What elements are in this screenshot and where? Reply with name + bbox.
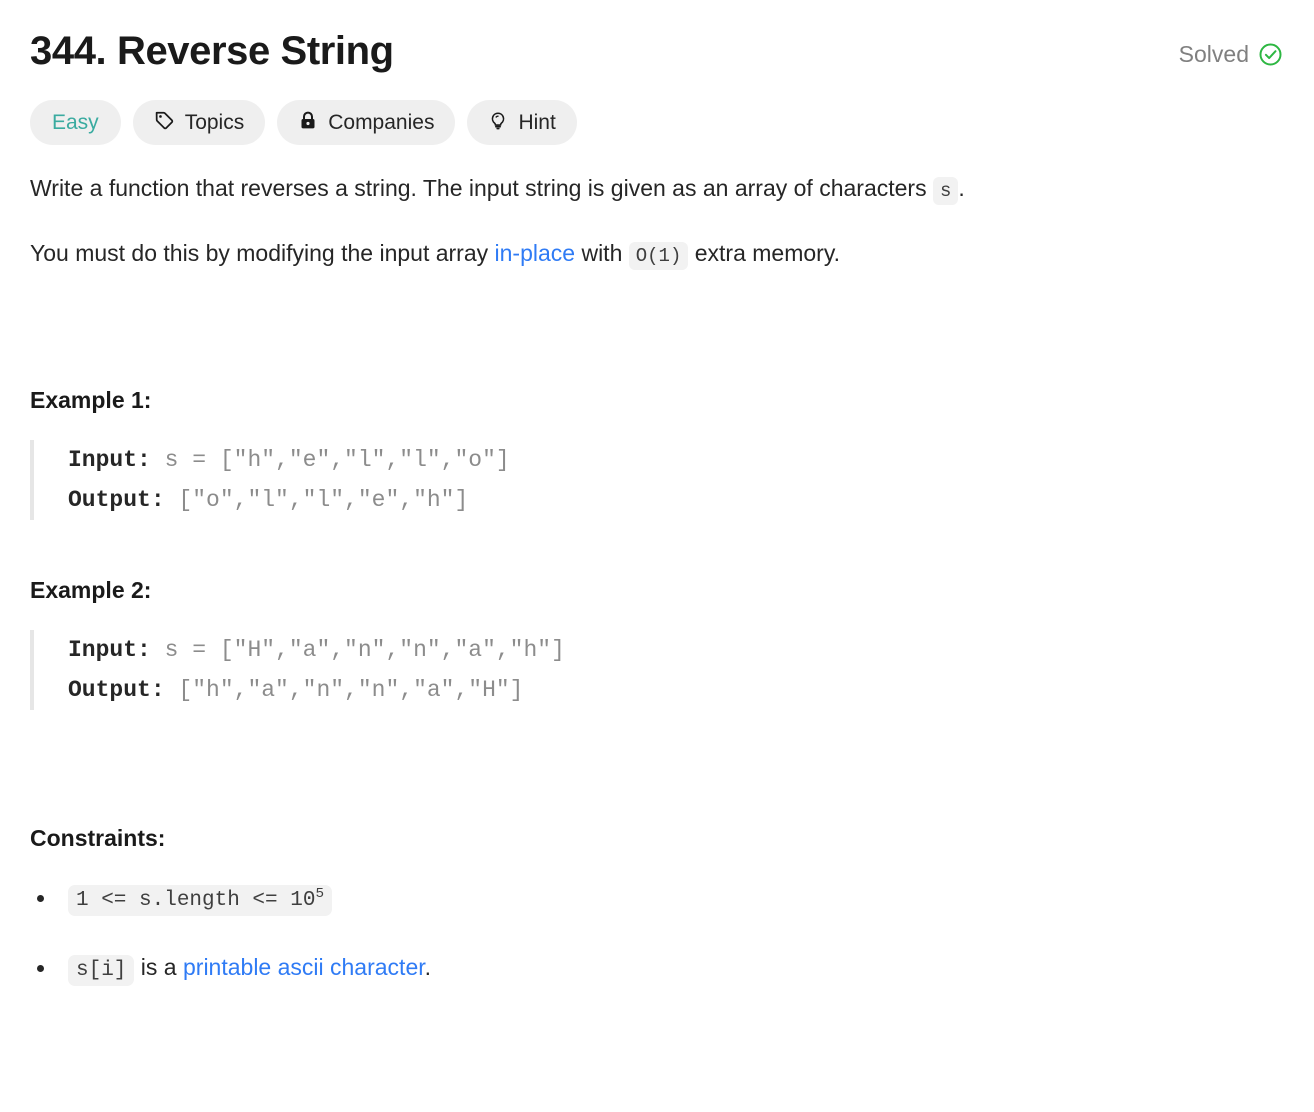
input-value: s = ["H","a","n","n","a","h"]	[150, 637, 565, 664]
output-value: ["h","a","n","n","a","H"]	[164, 677, 524, 704]
problem-header: 344. Reverse String Solved	[30, 26, 1284, 74]
constraints-list: 1 <= s.length <= 105 s[i] is a printable…	[30, 880, 1284, 986]
problem-tag-row: Easy Topics Companies Hint	[30, 100, 1284, 145]
example-1-block: Input: s = ["h","e","l","l","o"] Output:…	[30, 440, 1284, 521]
description-paragraph-1: Write a function that reverses a string.…	[30, 171, 1284, 207]
bulb-icon	[488, 110, 508, 136]
topics-pill[interactable]: Topics	[132, 100, 266, 145]
input-value: s = ["h","e","l","l","o"]	[150, 447, 510, 474]
input-label: Input:	[68, 447, 151, 474]
input-label: Input:	[68, 637, 151, 664]
constraint-code-exponent: 5	[315, 886, 325, 903]
printable-ascii-link[interactable]: printable ascii character	[183, 954, 425, 980]
description-paragraph-2: You must do this by modifying the input …	[30, 236, 1284, 272]
example-2-heading: Example 2:	[30, 577, 152, 604]
companies-pill[interactable]: Companies	[277, 100, 456, 145]
companies-label: Companies	[328, 111, 435, 134]
output-value: ["o","l","l","e","h"]	[164, 487, 469, 514]
example-2-block: Input: s = ["H","a","n","n","a","h"] Out…	[30, 630, 1284, 711]
description-text-tail: extra memory.	[688, 239, 841, 266]
output-label: Output:	[68, 677, 165, 704]
in-place-link[interactable]: in-place	[495, 240, 576, 266]
constraint-code-length: 1 <= s.length <= 105	[68, 885, 333, 917]
description-text: Write a function that reverses a string.…	[30, 175, 933, 201]
list-item: 1 <= s.length <= 105	[30, 880, 1284, 917]
difficulty-pill[interactable]: Easy	[30, 100, 121, 145]
hint-pill[interactable]: Hint	[467, 100, 577, 145]
example-1-output-line: Output: ["o","l","l","e","h"]	[68, 480, 1284, 520]
example-2-input-line: Input: s = ["H","a","n","n","a","h"]	[68, 630, 1284, 670]
topics-label: Topics	[184, 111, 245, 134]
tag-icon	[154, 110, 175, 135]
page-title: 344. Reverse String	[30, 29, 394, 73]
difficulty-label: Easy	[52, 111, 99, 134]
description-text-tail: .	[958, 175, 965, 201]
constraint-text-before: is a	[134, 953, 183, 980]
constraint-text-after: .	[424, 953, 432, 980]
status-badge: Solved	[1179, 26, 1284, 67]
example-1-input-line: Input: s = ["h","e","l","l","o"]	[68, 440, 1284, 480]
list-item: s[i] is a printable ascii character.	[30, 950, 1284, 987]
description-text-mid: with	[575, 239, 629, 266]
check-circle-icon	[1258, 42, 1283, 67]
inline-code-s: s	[932, 177, 959, 205]
example-1-heading: Example 1:	[30, 387, 152, 414]
lock-icon	[298, 110, 318, 135]
output-label: Output:	[68, 487, 165, 514]
constraint-code-base: 1 <= s.length <= 10	[76, 889, 316, 913]
status-badge-label: Solved	[1178, 41, 1249, 67]
example-2-output-line: Output: ["h","a","n","n","a","H"]	[68, 670, 1284, 710]
problem-description-panel: 344. Reverse String Solved Easy Topics C…	[0, 0, 1314, 986]
description-text: You must do this by modifying the input …	[30, 239, 495, 266]
hint-label: Hint	[518, 111, 556, 134]
inline-code-o1: O(1)	[628, 241, 689, 270]
constraints-heading: Constraints:	[30, 825, 166, 852]
constraint-code-si: s[i]	[68, 954, 135, 986]
